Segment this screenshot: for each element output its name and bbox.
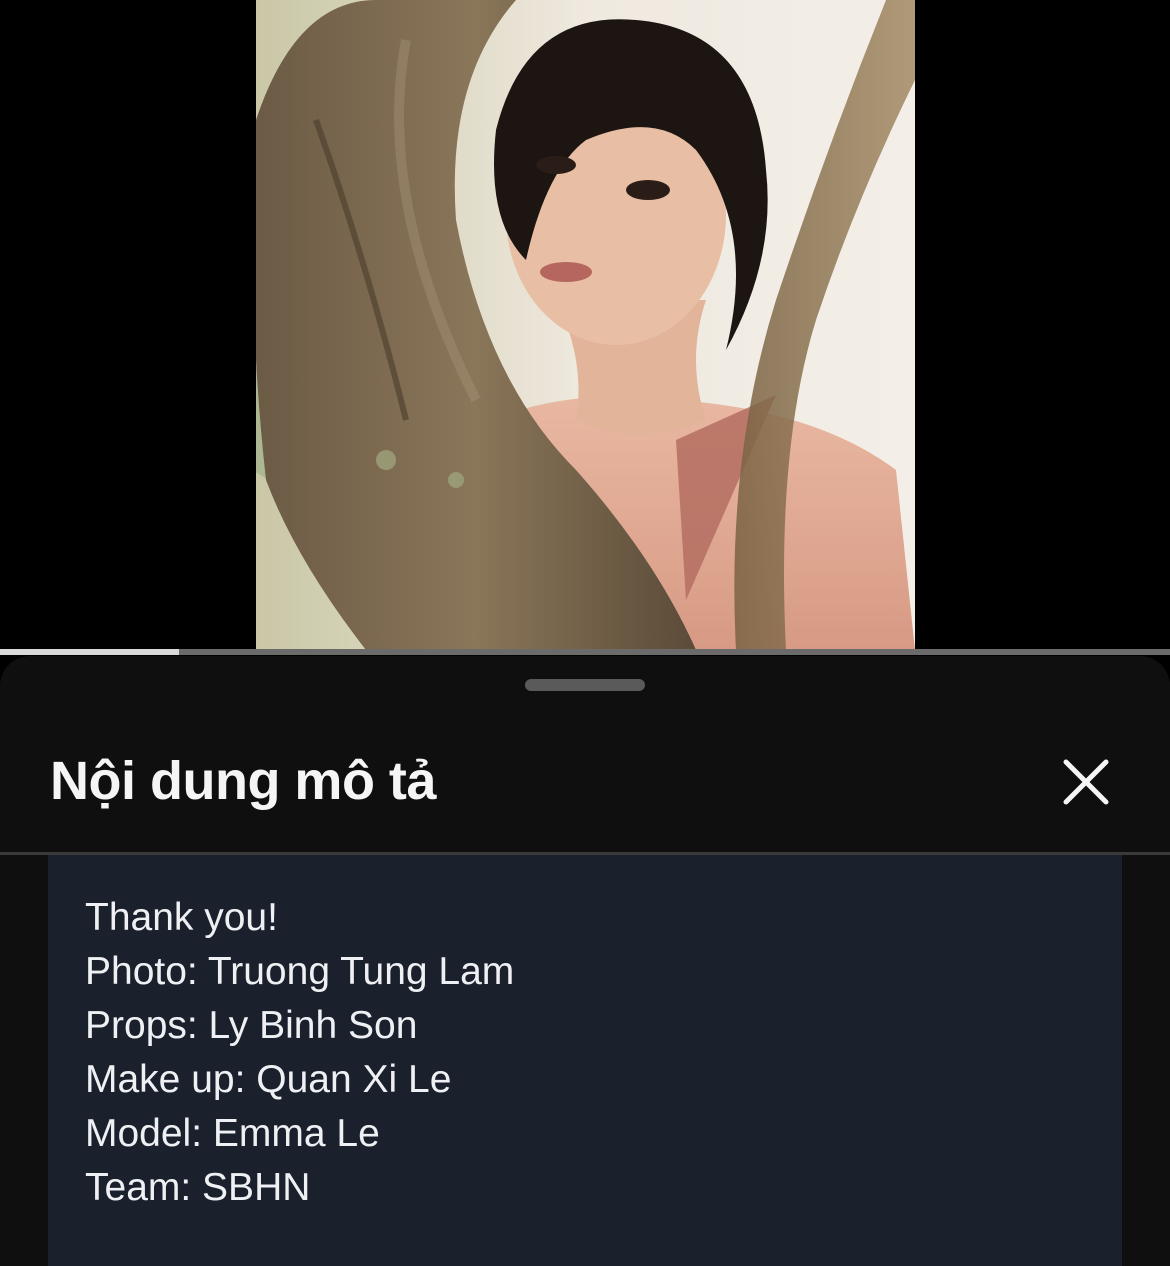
close-button[interactable] (1052, 748, 1120, 816)
description-line-makeup: Make up: Quan Xi Le (85, 1058, 452, 1101)
description-text-box: Thank you! Photo: Truong Tung Lam Props:… (48, 855, 1122, 1266)
video-progress-fill (0, 649, 179, 655)
description-line-props: Props: Ly Binh Son (85, 1004, 418, 1047)
description-line-photo: Photo: Truong Tung Lam (85, 950, 515, 993)
sheet-drag-handle[interactable] (525, 679, 645, 691)
description-sheet: Nội dung mô tả Thank you! Photo: Truong … (0, 656, 1170, 1266)
video-progress-bar[interactable] (0, 649, 1170, 655)
description-line-model: Model: Emma Le (85, 1112, 380, 1155)
video-player[interactable] (0, 0, 1170, 655)
description-line-team: Team: SBHN (85, 1166, 311, 1209)
sheet-title: Nội dung mô tả (50, 751, 436, 811)
close-icon (1063, 759, 1109, 805)
description-line-thanks: Thank you! (85, 896, 278, 939)
app-screen: Nội dung mô tả Thank you! Photo: Truong … (0, 0, 1170, 1266)
video-frame[interactable] (256, 0, 915, 650)
video-thumbnail-image (256, 0, 915, 650)
